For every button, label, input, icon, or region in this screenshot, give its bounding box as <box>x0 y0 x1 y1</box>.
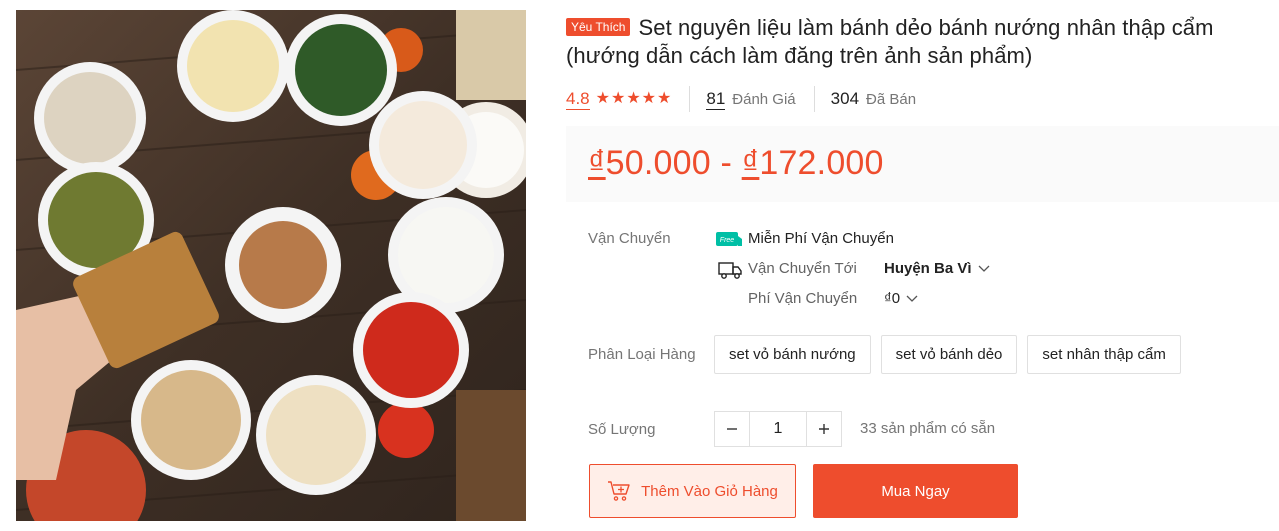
star-icon: ★ <box>641 90 657 107</box>
variant-option[interactable]: set vỏ bánh nướng <box>714 335 871 374</box>
truck-icon <box>718 262 742 279</box>
product-title-text: Set nguyên liệu làm bánh dẻo bánh nướng … <box>566 15 1214 68</box>
currency-symbol: ₫ <box>588 144 606 182</box>
reviews-label: Đánh Giá <box>732 90 796 108</box>
sold-count: 304 <box>830 89 860 108</box>
shipping-fee-selector[interactable]: ₫0 <box>884 290 918 307</box>
divider <box>813 86 815 112</box>
add-to-cart-button[interactable]: Thêm Vào Giỏ Hàng <box>589 464 796 518</box>
stock-text: 33 sản phẩm có sẵn <box>860 420 996 437</box>
divider <box>689 86 691 112</box>
variant-label: Phân Loại Hàng <box>588 346 696 363</box>
decrease-button[interactable] <box>714 411 750 447</box>
chevron-down-icon <box>978 265 989 272</box>
rating-score[interactable]: 4.8 <box>566 89 590 110</box>
reviews-count[interactable]: 81 <box>706 89 726 110</box>
price-min: 50.000 <box>605 144 711 182</box>
free-shipping-text: Miễn Phí Vận Chuyển <box>748 230 894 247</box>
increase-button[interactable] <box>806 411 842 447</box>
product-image[interactable] <box>16 10 526 521</box>
shipping-label: Vận Chuyển <box>588 230 671 247</box>
ship-to-label: Vận Chuyển Tới <box>748 260 857 277</box>
plus-icon <box>819 424 829 434</box>
price-max: 172.000 <box>759 144 884 182</box>
favorite-badge: Yêu Thích <box>566 18 631 36</box>
buy-now-button[interactable]: Mua Ngay <box>813 464 1018 518</box>
star-icon: ★ <box>595 90 610 107</box>
product-title: Yêu Thích Set nguyên liệu làm bánh dẻo bá… <box>566 14 1279 70</box>
variant-option[interactable]: set nhân thập cẩm <box>1027 335 1181 374</box>
product-info: Yêu Thích Set nguyên liệu làm bánh dẻo bá… <box>566 14 1279 518</box>
sold-label: Đã Bán <box>866 90 917 108</box>
price-box: ₫50.000 - ₫172.000 <box>566 126 1279 202</box>
star-icon: ★ <box>626 90 641 107</box>
minus-icon <box>727 428 737 430</box>
variant-options: set vỏ bánh nướng set vỏ bánh dẻo set nh… <box>714 335 1181 374</box>
add-to-cart-label: Thêm Vào Giỏ Hàng <box>641 482 778 500</box>
price-range: ₫50.000 - ₫172.000 <box>588 144 884 183</box>
star-icon: ★ <box>657 90 672 107</box>
cart-plus-icon <box>608 481 630 501</box>
price-separator: - <box>710 144 742 182</box>
quantity-label: Số Lượng <box>588 421 656 438</box>
ship-to-value: Huyện Ba Vì <box>884 260 972 277</box>
star-icon: ★ <box>610 90 626 107</box>
variant-option[interactable]: set vỏ bánh dẻo <box>880 335 1018 374</box>
ingredients-photo <box>16 10 526 521</box>
free-badge-text: Free <box>720 237 735 244</box>
quantity-stepper <box>714 411 842 447</box>
quantity-input[interactable] <box>750 411 806 447</box>
rating-stars: ★ ★ ★ ★ ★ <box>596 91 672 107</box>
shipping-fee-value: ₫0 <box>884 290 901 307</box>
shipping-fee-label: Phí Vận Chuyển <box>748 290 858 307</box>
ship-to-selector[interactable]: Huyện Ba Vì <box>884 260 990 277</box>
rating-row: 4.8 ★ ★ ★ ★ ★ 81 Đánh Giá 304 Đã Bán <box>566 86 916 112</box>
currency-symbol: ₫ <box>741 144 760 182</box>
free-shipping-icon: Free <box>716 232 742 246</box>
chevron-down-icon <box>906 295 918 302</box>
